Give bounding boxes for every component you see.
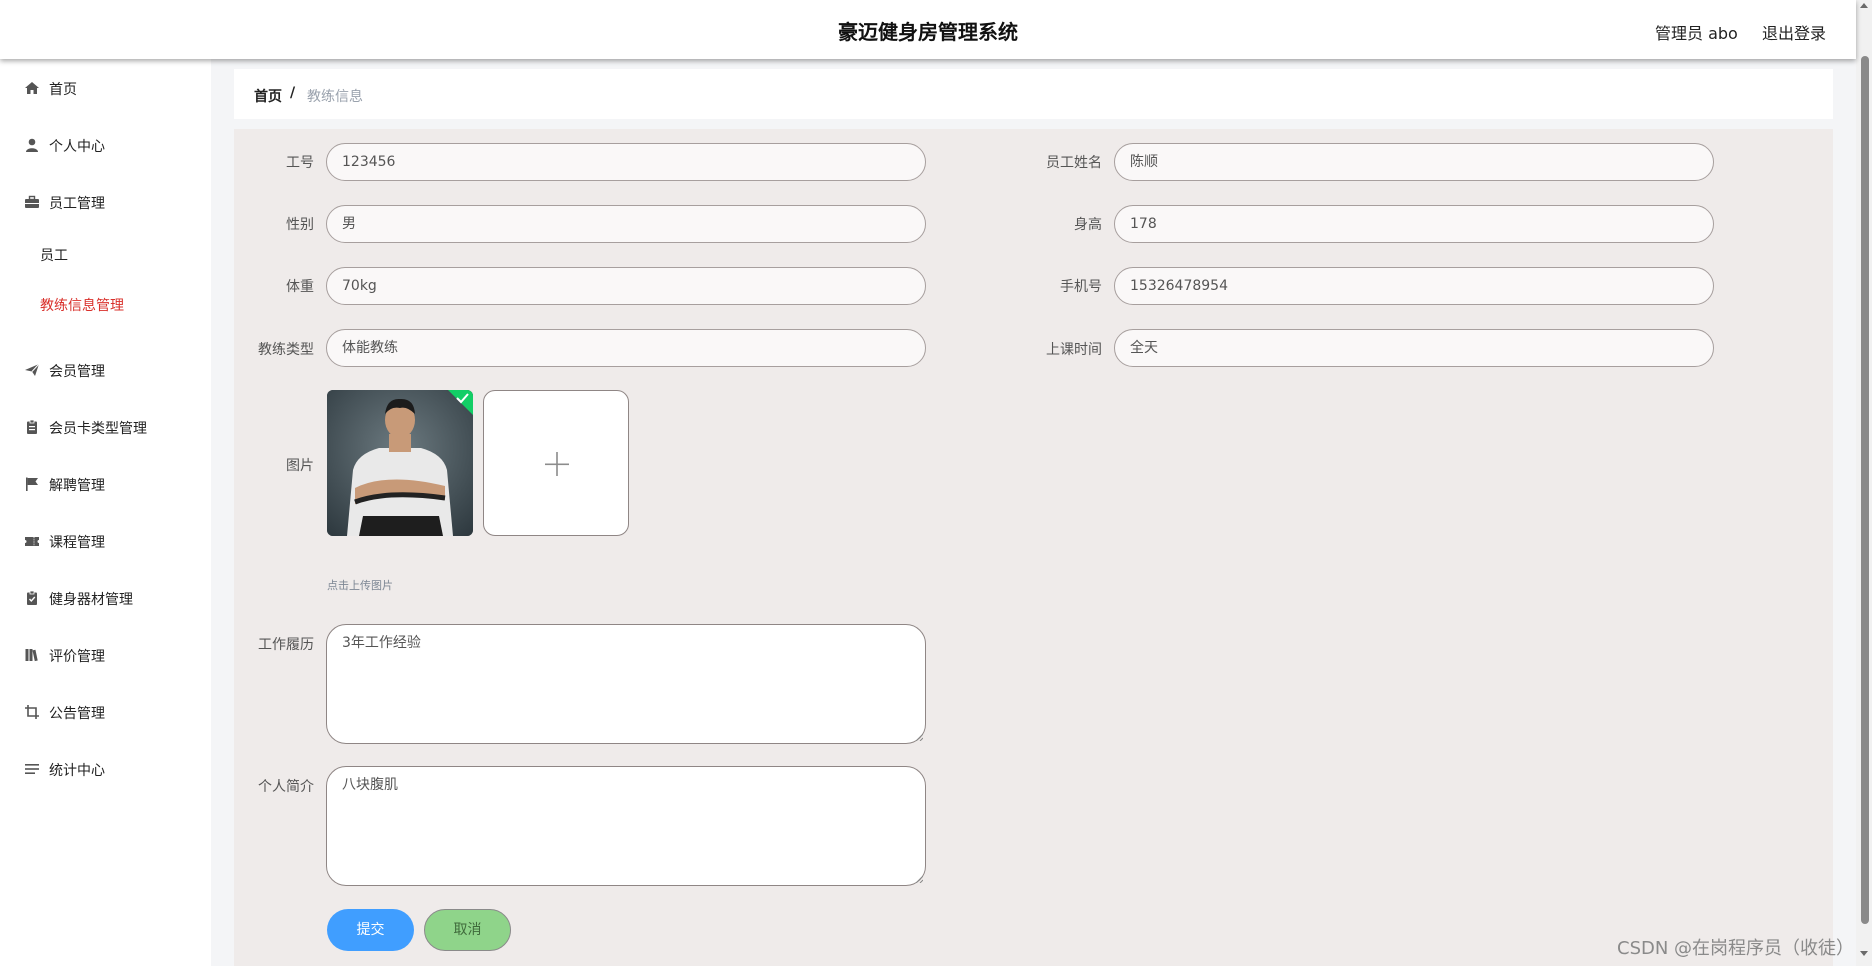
intro-textarea[interactable]: 八块腹肌: [326, 766, 926, 886]
briefcase-icon: [25, 195, 39, 208]
job-no-field[interactable]: 123456: [326, 143, 926, 181]
sidebar-subitem-staff[interactable]: 员工: [40, 245, 68, 265]
breadcrumb: 首页 / 教练信息: [234, 69, 1833, 119]
sidebar-item-label: 课程管理: [49, 535, 105, 551]
clipboard-check-icon: [27, 590, 37, 605]
sidebar-item-courses[interactable]: 课程管理: [0, 521, 211, 561]
upload-hint: 点击上传图片: [327, 579, 393, 592]
sidebar-item-label: 统计中心: [49, 763, 105, 779]
height-label: 身高: [1074, 217, 1102, 233]
sidebar-item-label: 会员管理: [49, 364, 105, 380]
watermark: CSDN @在岗程序员（收徒）: [1617, 938, 1855, 959]
job-no-label: 工号: [286, 155, 314, 171]
sidebar-item-card-types[interactable]: 会员卡类型管理: [0, 407, 211, 447]
sidebar-item-label: 健身器材管理: [49, 592, 133, 608]
sidebar-item-staff[interactable]: 员工管理: [0, 182, 211, 222]
scrollbar-thumb[interactable]: [1861, 56, 1869, 924]
sidebar-item-label: 员工管理: [49, 196, 105, 212]
weight-field[interactable]: 70kg: [326, 267, 926, 305]
sidebar: 首页 个人中心 员工管理 员工 教练信息管理 会员管理 会员卡类型管理 解聘管理…: [0, 59, 211, 966]
gender-field[interactable]: 男: [326, 205, 926, 243]
resize-grip-icon[interactable]: [915, 733, 923, 741]
cancel-button[interactable]: 取消: [424, 909, 511, 951]
crop-icon: [25, 705, 39, 719]
sidebar-item-statistics[interactable]: 统计中心: [0, 749, 211, 789]
upload-picture-button[interactable]: [483, 390, 629, 536]
sidebar-item-label: 个人中心: [49, 139, 105, 155]
coach-type-label: 教练类型: [258, 342, 314, 358]
sidebar-item-label: 会员卡类型管理: [49, 421, 147, 437]
breadcrumb-current: 教练信息: [307, 89, 363, 105]
class-time-field[interactable]: 全天: [1114, 329, 1714, 367]
sidebar-subitem-coach-info[interactable]: 教练信息管理: [40, 295, 124, 315]
intro-value: 八块腹肌: [342, 777, 398, 793]
flag-icon: [26, 477, 38, 491]
name-field[interactable]: 陈顺: [1114, 143, 1714, 181]
books-icon: [25, 649, 38, 662]
sidebar-item-label: 公告管理: [49, 706, 105, 722]
user-icon: [26, 138, 38, 152]
home-icon: [25, 82, 39, 94]
sidebar-item-dismissal[interactable]: 解聘管理: [0, 464, 211, 504]
clipboard-icon: [27, 419, 37, 434]
app-title: 豪迈健身房管理系统: [838, 20, 1018, 44]
sidebar-item-reviews[interactable]: 评价管理: [0, 635, 211, 675]
phone-field[interactable]: 15326478954: [1114, 267, 1714, 305]
class-time-label: 上课时间: [1046, 342, 1102, 358]
phone-label: 手机号: [1060, 279, 1102, 295]
plus-icon: [545, 452, 569, 476]
sidebar-item-label: 首页: [49, 82, 77, 98]
logout-link[interactable]: 退出登录: [1762, 20, 1826, 44]
submit-button[interactable]: 提交: [327, 909, 414, 951]
sidebar-item-notices[interactable]: 公告管理: [0, 692, 211, 732]
work-history-value: 3年工作经验: [342, 635, 421, 651]
send-icon: [25, 363, 40, 376]
list-icon: [25, 764, 39, 774]
coach-photo-image: [327, 390, 473, 536]
breadcrumb-home-link[interactable]: 首页: [254, 86, 282, 106]
weight-label: 体重: [286, 279, 314, 295]
height-field[interactable]: 178: [1114, 205, 1714, 243]
picture-label: 图片: [286, 458, 314, 474]
current-user-label: 管理员 abo: [1655, 24, 1738, 43]
scroll-down-arrow-icon[interactable]: [1860, 951, 1868, 956]
intro-label: 个人简介: [258, 779, 314, 795]
coach-type-field[interactable]: 体能教练: [326, 329, 926, 367]
name-label: 员工姓名: [1046, 155, 1102, 171]
work-history-textarea[interactable]: 3年工作经验: [326, 624, 926, 744]
gender-label: 性别: [286, 217, 314, 233]
sidebar-item-label: 评价管理: [49, 649, 105, 665]
breadcrumb-separator: /: [290, 85, 296, 101]
sidebar-item-home[interactable]: 首页: [0, 68, 211, 108]
sidebar-item-members[interactable]: 会员管理: [0, 350, 211, 390]
sidebar-item-personal-center[interactable]: 个人中心: [0, 125, 211, 165]
scroll-up-arrow-icon[interactable]: [1860, 3, 1868, 8]
coach-photo-thumbnail[interactable]: [327, 390, 473, 536]
top-bar: 豪迈健身房管理系统 管理员 abo 退出登录: [0, 0, 1856, 59]
sidebar-item-equipment[interactable]: 健身器材管理: [0, 578, 211, 618]
sidebar-item-label: 解聘管理: [49, 478, 105, 494]
resize-grip-icon[interactable]: [915, 875, 923, 883]
ticket-icon: [25, 537, 39, 546]
work-history-label: 工作履历: [258, 637, 314, 653]
